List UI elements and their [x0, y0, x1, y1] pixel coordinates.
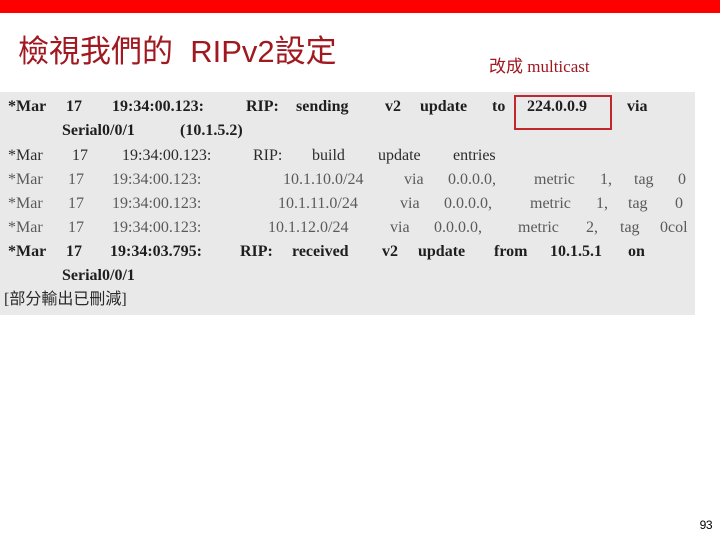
console-token: 19:34:00.123:: [112, 171, 202, 188]
line-received-interface: Serial0/0/1: [0, 264, 695, 288]
console-token: 19:34:00.123:: [112, 195, 202, 212]
console-token: 2,: [586, 219, 598, 236]
console-token: *Mar: [8, 98, 47, 115]
console-token: metric: [534, 171, 575, 188]
console-token: v2: [385, 98, 401, 115]
console-token: *Mar: [8, 219, 43, 236]
console-token: 10.1.10.0/24: [283, 171, 364, 188]
console-token: Serial0/0/1: [62, 267, 135, 284]
console-token: 0.0.0.0,: [448, 171, 496, 188]
console-output-lines: *Mar 17 19:34:00.123: RIP: sending v2 update to…: [0, 92, 695, 315]
console-token: v2: [382, 243, 398, 260]
console-token: 17: [68, 195, 84, 212]
console-token: tag: [620, 219, 640, 236]
console-token: entries: [453, 147, 496, 164]
console-token: 17: [66, 98, 82, 115]
console-token: metric: [518, 219, 559, 236]
console-token: 19:34:00.123:: [112, 98, 204, 115]
console-token: *Mar: [8, 243, 47, 260]
top-red-banner: [0, 0, 720, 13]
console-output-block: *Mar 17 19:34:00.123: RIP: sending v2 update to…: [0, 92, 695, 315]
console-token: 1,: [600, 171, 612, 188]
console-token: Serial0/0/1: [62, 122, 135, 139]
console-token: 17: [66, 243, 82, 260]
console-token: via: [390, 219, 410, 236]
console-token: received: [292, 243, 349, 260]
console-token: 0: [675, 195, 683, 212]
line-entry-10-1-12: *Mar 17 19:34:00.123: 10.1.12.0/24 via 0.0.0.…: [0, 216, 695, 240]
console-token: (10.1.5.2): [180, 122, 243, 139]
line-entry-10-1-10: *Mar 17 19:34:00.123: 10.1.10.0/24 via 0.0.0.…: [0, 168, 695, 192]
console-token: 17: [72, 147, 88, 164]
line-build-entries: *Mar 17 19:34:00.123: RIP: build update entrie…: [0, 144, 695, 168]
console-token: build: [312, 147, 345, 164]
callout-annotation-multicast: 改成 multicast: [489, 57, 590, 76]
console-token: [部分輸出已刪減]: [4, 291, 127, 308]
console-token: 19:34:00.123:: [122, 147, 212, 164]
console-token: on: [628, 243, 645, 260]
highlight-box-multicast-address: [514, 95, 612, 130]
line-received-update: *Mar 17 19:34:03.795: RIP: received v2 update f…: [0, 240, 695, 264]
console-token: via: [404, 171, 424, 188]
console-token: metric: [530, 195, 571, 212]
console-token: *Mar: [8, 171, 43, 188]
page-number: 93: [699, 518, 713, 532]
line-entry-10-1-11: *Mar 17 19:34:00.123: 10.1.11.0/24 via 0.0.0.…: [0, 192, 695, 216]
console-token: update: [418, 243, 466, 260]
console-token: tag: [628, 195, 648, 212]
console-token: 10.1.11.0/24: [278, 195, 358, 212]
line-output-truncated: [部分輸出已刪減]: [0, 288, 695, 312]
console-token: 17: [68, 171, 84, 188]
console-token: update: [378, 147, 421, 164]
console-token: 1,: [596, 195, 608, 212]
console-token: sending: [296, 98, 349, 115]
console-token: to: [492, 98, 506, 115]
page-title: 檢視我們的 RIPv2設定: [18, 34, 337, 69]
console-token: 0.0.0.0,: [434, 219, 482, 236]
console-token: 0col: [660, 219, 688, 236]
console-token: 0.0.0.0,: [444, 195, 492, 212]
console-token: 0: [678, 171, 686, 188]
console-token: 10.1.12.0/24: [268, 219, 349, 236]
console-token: 17: [68, 219, 84, 236]
console-token: RIP:: [253, 147, 283, 164]
console-token: RIP:: [246, 98, 279, 115]
console-token: RIP:: [240, 243, 273, 260]
console-token: 19:34:00.123:: [112, 219, 202, 236]
console-token: *Mar: [8, 147, 43, 164]
console-token: 10.1.5.1: [550, 243, 602, 260]
console-token: tag: [634, 171, 654, 188]
console-token: update: [420, 98, 468, 115]
console-token: via: [400, 195, 420, 212]
console-token: *Mar: [8, 195, 43, 212]
console-token: via: [627, 98, 648, 115]
console-token: 19:34:03.795:: [110, 243, 202, 260]
console-token: from: [494, 243, 528, 260]
